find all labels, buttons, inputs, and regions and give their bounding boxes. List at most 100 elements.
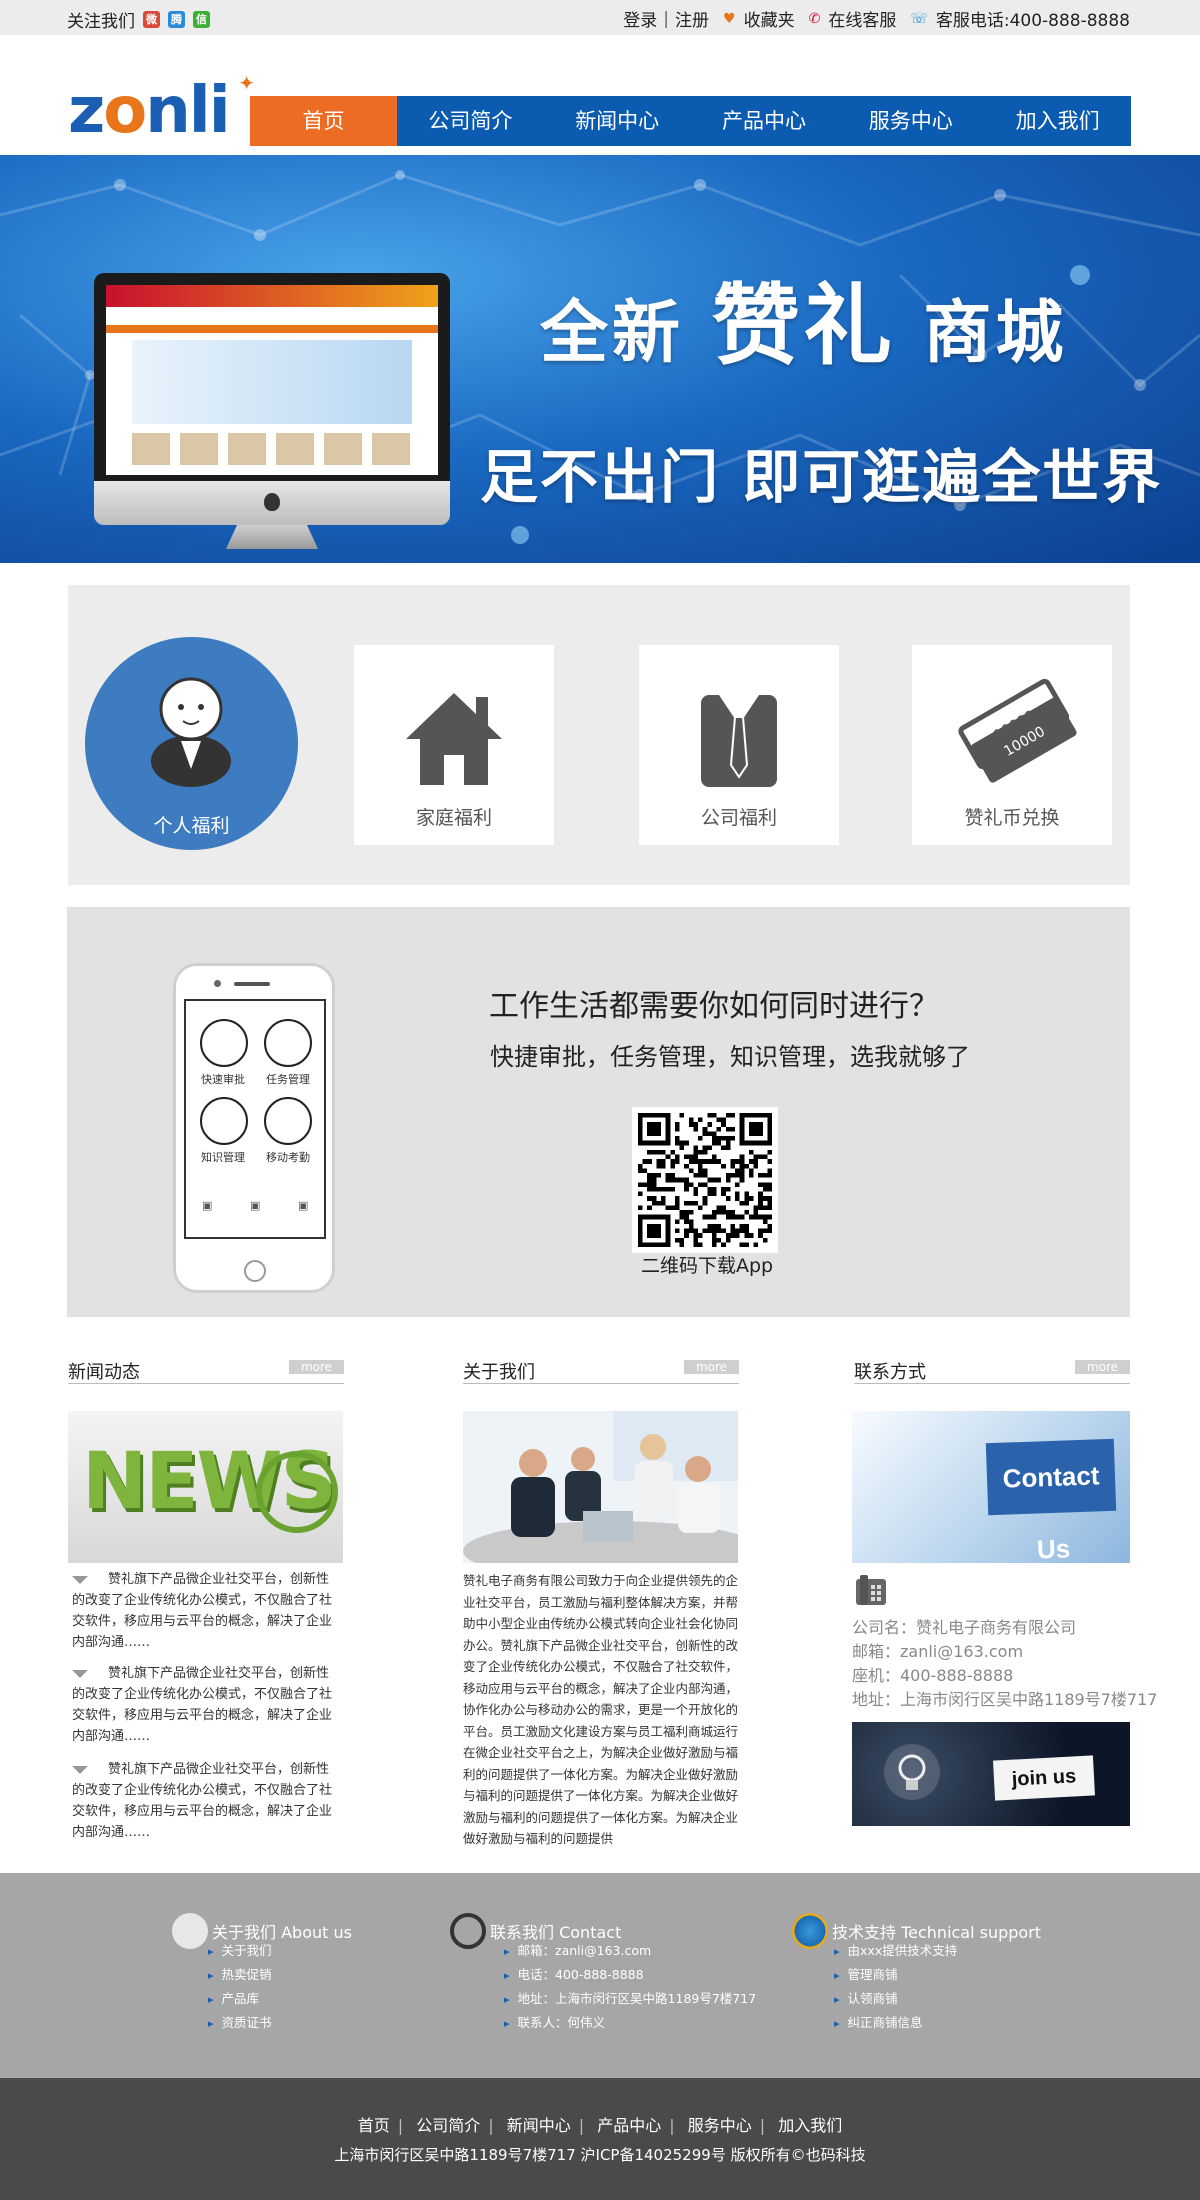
- news-item-text: 赞礼旗下产品微企业社交平台，创新性的改变了企业传统化办公模式，不仅融合了社交软件…: [72, 1762, 333, 1840]
- apple-logo-icon: [264, 493, 280, 511]
- news-item[interactable]: 赞礼旗下产品微企业社交平台，创新性的改变了企业传统化办公模式，不仅融合了社交软件…: [72, 1569, 332, 1653]
- contact-email: 邮箱：zanli@163.com: [852, 1642, 1024, 1661]
- phone-illustration: 快速审批 任务管理 知识管理 移动考勤 ▣ ▣ ▣: [173, 963, 335, 1293]
- footer-nav-products[interactable]: 产品中心: [597, 2116, 661, 2135]
- telephone-icon: [856, 1575, 886, 1605]
- news-header: 新闻动态 more: [68, 1358, 344, 1384]
- separator: |: [663, 8, 670, 29]
- folder-icon: [264, 1097, 312, 1145]
- footer-link[interactable]: 资质证书: [208, 2011, 272, 2035]
- footer-nav-company[interactable]: 公司简介: [416, 2116, 480, 2135]
- welfare-label: 家庭福利: [415, 807, 492, 829]
- news-item-text: 赞礼旗下产品微企业社交平台，创新性的改变了企业传统化办公模式，不仅融合了社交软件…: [72, 1666, 333, 1744]
- footer-nav-home[interactable]: 首页: [358, 2116, 390, 2135]
- welfare-personal[interactable]: 个人福利: [85, 637, 298, 850]
- banner-title-brand: 赞礼: [711, 274, 896, 377]
- welfare-company[interactable]: 公司福利: [639, 645, 839, 845]
- welfare-label: 个人福利: [153, 815, 230, 837]
- welfare-label: 公司福利: [700, 807, 777, 829]
- footer-support-list: 由xxx提供技术支持 管理商铺 认领商铺 纠正商铺信息: [834, 1939, 958, 2035]
- site-footer: 首页 | 公司简介 | 新闻中心 | 产品中心 | 服务中心 | 加入我们 上海市闵行区吴…: [0, 2078, 1200, 2200]
- about-more-button[interactable]: more: [684, 1360, 739, 1374]
- footer-link[interactable]: 地址：上海市闵行区吴中路1189号7楼717: [504, 1987, 757, 2011]
- footer-link[interactable]: 认领商铺: [834, 1987, 957, 2011]
- footer-nav-service[interactable]: 服务中心: [688, 2116, 752, 2135]
- weibo-icon[interactable]: 微: [143, 11, 160, 28]
- hero-banner[interactable]: 全新 赞礼 商城 足不出门 即可逛遍全世界: [0, 155, 1200, 563]
- monitor-illustration: [94, 273, 450, 553]
- footer-link[interactable]: 产品库: [208, 1987, 272, 2011]
- nav-item-news[interactable]: 新闻中心: [544, 96, 691, 146]
- nav-item-join[interactable]: 加入我们: [984, 96, 1131, 146]
- news-item[interactable]: 赞礼旗下产品微企业社交平台，创新性的改变了企业传统化办公模式，不仅融合了社交软件…: [72, 1663, 332, 1747]
- online-service-link[interactable]: 在线客服: [828, 6, 896, 31]
- qr-code-image: [638, 1113, 772, 1247]
- banner-title: 全新 赞礼 商城: [540, 255, 1067, 382]
- phone-icon: ✆: [808, 10, 821, 27]
- welfare-label: 赞礼币兑换: [964, 807, 1060, 829]
- news-item[interactable]: 赞礼旗下产品微企业社交平台，创新性的改变了企业传统化办公模式，不仅融合了社交软件…: [72, 1759, 332, 1843]
- welfare-coins[interactable]: 10000 10000 赞礼币兑换: [912, 645, 1112, 845]
- login-link[interactable]: 登录: [623, 6, 657, 31]
- footer-info: 上海市闵行区吴中路1189号7楼717 沪ICP备14025299号 版权所有©…: [334, 2146, 866, 2164]
- nav-item-home[interactable]: 首页: [250, 96, 397, 146]
- app-subtitle: 快捷审批，任务管理，知识管理，选我就够了: [490, 1043, 970, 1071]
- footer-nav-news[interactable]: 新闻中心: [507, 2116, 571, 2135]
- footer-link[interactable]: 由xxx提供技术支持: [834, 1939, 958, 1963]
- join-us-text: join us: [993, 1755, 1095, 1801]
- nav-item-service[interactable]: 服务中心: [837, 96, 984, 146]
- footer-link[interactable]: 热卖促销: [208, 1963, 272, 1987]
- banner-slogan: 足不出门 即可逛遍全世界: [480, 443, 1163, 511]
- banner-title-prefix: 全新: [540, 294, 685, 373]
- news-image[interactable]: NEWS: [68, 1411, 343, 1563]
- about-text: 赞礼电子商务有限公司致力于向企业提供领先的企业社交平台，员工激励与福利整体解决方…: [463, 1573, 739, 1846]
- footer-about-list: 关于我们 热卖促销 产品库 资质证书: [208, 1939, 272, 2035]
- main-nav: 首页 公司简介 新闻中心 产品中心 服务中心 加入我们: [250, 96, 1131, 146]
- triangle-icon: [72, 1575, 88, 1584]
- globe-icon: [256, 1451, 338, 1533]
- phone-app-label: 任务管理: [266, 1073, 310, 1086]
- tencent-weibo-icon[interactable]: 腾: [168, 11, 185, 28]
- footer-link[interactable]: 纠正商铺信息: [834, 2011, 957, 2035]
- footer-links: 关于我们 About us 关于我们 热卖促销 产品库 资质证书 联系我们 Co…: [0, 1873, 1200, 2078]
- favorites-link[interactable]: 收藏夹: [744, 6, 795, 31]
- register-link[interactable]: 注册: [675, 6, 709, 31]
- follow-us: 关注我们 微 腾 信: [67, 7, 210, 32]
- phone-app-label: 快速审批: [201, 1073, 245, 1086]
- dock-icon: ▣: [202, 1199, 213, 1212]
- welfare-section: 个人福利 家庭福利 公司福利 10000 10000 赞礼币兑换: [68, 585, 1130, 885]
- nav-item-products[interactable]: 产品中心: [691, 96, 838, 146]
- voucher-icon: 10000 10000: [958, 678, 1077, 783]
- meeting-illustration: [463, 1411, 738, 1563]
- contact-header: 联系方式 more: [854, 1358, 1130, 1384]
- triangle-icon: [72, 1765, 88, 1774]
- suit-icon: [701, 695, 777, 787]
- banner-title-suffix: 商城: [923, 294, 1068, 373]
- footer-link[interactable]: 管理商铺: [834, 1963, 957, 1987]
- monitor-screen: [106, 285, 438, 475]
- site-logo[interactable]: zonli ✦: [68, 71, 255, 147]
- contact-more-button[interactable]: more: [1075, 1360, 1130, 1374]
- qr-code[interactable]: [632, 1107, 778, 1253]
- contact-image[interactable]: Contact Us: [852, 1411, 1130, 1563]
- house-icon: [406, 693, 502, 785]
- contact-title: 联系方式: [854, 1362, 926, 1383]
- person-icon: [172, 1913, 208, 1949]
- top-bar: 关注我们 微 腾 信 登录 | 注册 ♥ 收藏夹 ✆ 在线客服 ☏ 客服电话:4…: [0, 0, 1200, 35]
- meeting-photo[interactable]: [463, 1411, 738, 1563]
- join-us-image[interactable]: join us: [852, 1722, 1130, 1826]
- footer-link[interactable]: 电话：400-888-8888: [504, 1963, 756, 1987]
- footer-link[interactable]: 邮箱：zanli@163.com: [504, 1939, 756, 1963]
- welfare-family[interactable]: 家庭福利: [354, 645, 554, 845]
- contact-phone: 座机：400-888-8888: [852, 1666, 1014, 1685]
- news-more-button[interactable]: more: [289, 1360, 344, 1374]
- dock-icon: ▣: [298, 1199, 309, 1212]
- footer-link[interactable]: 关于我们: [208, 1939, 272, 1963]
- contact-image-text: Contact Us: [985, 1438, 1117, 1563]
- footer-link[interactable]: 联系人：何伟义: [504, 2011, 756, 2035]
- footer-nav-join[interactable]: 加入我们: [778, 2116, 842, 2135]
- phone-app-label: 知识管理: [201, 1151, 245, 1164]
- nav-item-company[interactable]: 公司简介: [397, 96, 544, 146]
- approval-icon: [200, 1019, 248, 1067]
- wechat-icon[interactable]: 信: [193, 11, 210, 28]
